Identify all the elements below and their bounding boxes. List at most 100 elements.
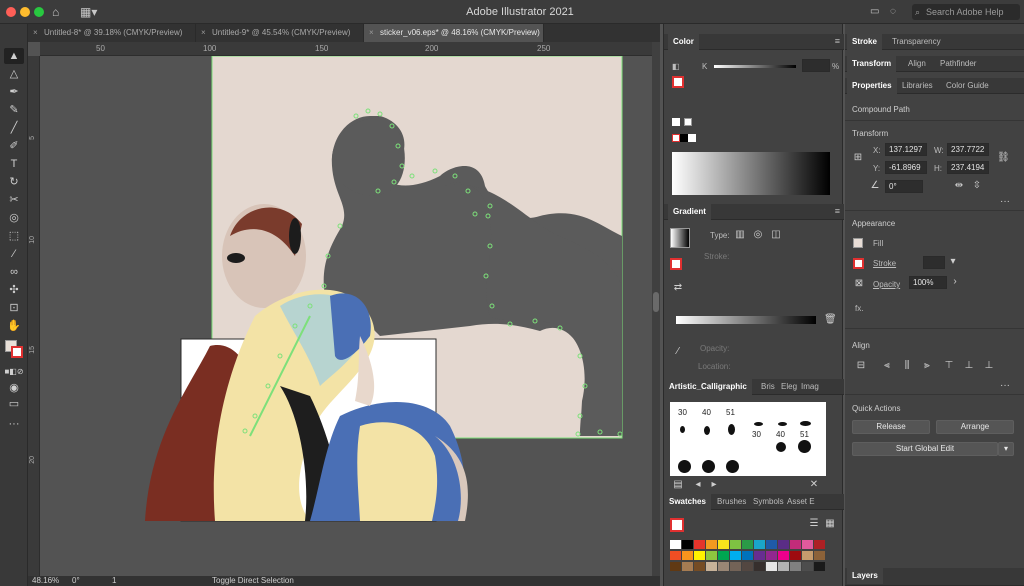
color-swatch[interactable] xyxy=(790,540,801,549)
color-swatch[interactable] xyxy=(694,540,705,549)
brush-tip[interactable] xyxy=(800,421,811,426)
color-swatch[interactable] xyxy=(694,551,705,560)
align-bottom-icon[interactable]: ⊥ xyxy=(983,360,995,372)
align-h-center-icon[interactable]: ⫼ xyxy=(901,360,913,372)
tab-artistic-calligraphic[interactable]: Artistic_Calligraphic xyxy=(664,379,752,395)
panel-menu-icon[interactable]: ≡ xyxy=(835,36,840,46)
color-swatch[interactable] xyxy=(766,562,777,571)
radial-gradient-icon[interactable]: ◎ xyxy=(752,229,764,241)
angle-field[interactable]: 0° xyxy=(885,180,923,193)
color-swatch[interactable] xyxy=(742,562,753,571)
previous-library-icon[interactable]: ◂ xyxy=(692,479,704,491)
workspace-layout-icon[interactable]: ▦▾ xyxy=(80,4,97,20)
line-tool-icon[interactable]: ╱ xyxy=(4,120,24,136)
screen-mode-icon[interactable]: ▭ xyxy=(4,396,24,412)
zoom-level-field[interactable]: 48.16% xyxy=(32,576,59,586)
color-swatch[interactable] xyxy=(670,562,681,571)
doc-tab-untitled-9[interactable]: × Untitled-9* @ 45.54% (CMYK/Preview) xyxy=(196,24,364,42)
panel-menu-icon[interactable]: ≡ xyxy=(835,206,840,216)
start-global-edit-button[interactable]: Start Global Edit xyxy=(852,442,998,456)
zoom-window-button[interactable] xyxy=(34,7,44,17)
color-swatch[interactable] xyxy=(718,562,729,571)
color-swatch[interactable] xyxy=(814,562,825,571)
minimize-window-button[interactable] xyxy=(20,7,30,17)
color-swatch[interactable] xyxy=(802,562,813,571)
k-value-field[interactable] xyxy=(802,59,830,72)
color-swatch[interactable] xyxy=(778,551,789,560)
color-swatch[interactable] xyxy=(778,562,789,571)
grid-view-icon[interactable]: ▦ xyxy=(824,518,836,530)
stroke-swatch-icon[interactable] xyxy=(672,76,684,88)
color-swatch[interactable] xyxy=(682,540,693,549)
w-field[interactable]: 237.7722 xyxy=(947,143,989,156)
type-tool-icon[interactable]: T xyxy=(4,156,24,172)
reference-point-icon[interactable]: ⊞ xyxy=(852,152,864,164)
brush-tip[interactable] xyxy=(702,460,715,473)
brush-tip[interactable] xyxy=(728,424,735,435)
rotate-tool-icon[interactable]: ↻ xyxy=(4,174,24,190)
color-swatch[interactable] xyxy=(790,551,801,560)
align-v-center-icon[interactable]: ⊥ xyxy=(963,360,975,372)
white-swatch-small[interactable] xyxy=(688,134,696,142)
tab-stroke[interactable]: Stroke xyxy=(847,34,882,50)
close-window-button[interactable] xyxy=(6,7,16,17)
none-swatch-icon[interactable] xyxy=(672,134,680,142)
opacity-label[interactable]: Opacity xyxy=(873,280,900,289)
brush-tip[interactable] xyxy=(680,426,685,433)
color-swatch[interactable] xyxy=(706,551,717,560)
list-view-icon[interactable]: ☰ xyxy=(808,518,820,530)
swatch-fill-stroke-icon[interactable] xyxy=(670,518,684,532)
last-color-icon[interactable] xyxy=(672,118,680,126)
scissors-tool-icon[interactable]: ✂ xyxy=(4,192,24,208)
close-tab-icon[interactable]: × xyxy=(33,24,38,42)
delete-stop-icon[interactable]: 🗑 xyxy=(824,314,837,326)
swatch-grid[interactable] xyxy=(670,540,830,584)
color-swatch[interactable] xyxy=(754,562,765,571)
global-edit-options-icon[interactable]: ▾ xyxy=(998,442,1014,456)
more-align-options-icon[interactable]: ··· xyxy=(1000,380,1010,391)
color-swatch[interactable] xyxy=(802,551,813,560)
color-swatch[interactable] xyxy=(670,540,681,549)
rotation-field[interactable]: 0° xyxy=(72,576,80,586)
brush-tip[interactable] xyxy=(778,422,787,426)
tab-color-guide[interactable]: Color Guide xyxy=(941,78,994,94)
color-swatch[interactable] xyxy=(706,540,717,549)
search-adobe-help-input[interactable]: ⌕ Search Adobe Help xyxy=(912,4,1020,20)
freeform-gradient-icon[interactable]: ◫ xyxy=(770,229,782,241)
tab-properties[interactable]: Properties xyxy=(847,78,897,94)
stroke-dropdown-icon[interactable]: ▾ xyxy=(947,256,959,268)
stroke-label[interactable]: Stroke xyxy=(873,259,896,268)
draw-mode-icon[interactable]: ◉ xyxy=(4,380,24,396)
color-swatch[interactable] xyxy=(814,551,825,560)
color-swatch[interactable] xyxy=(682,551,693,560)
align-to-icon[interactable]: ⊟ xyxy=(855,360,867,372)
tab-asset-export[interactable]: Asset E xyxy=(782,494,820,510)
warp-tool-icon[interactable]: ◎ xyxy=(4,210,24,226)
artboard-canvas[interactable] xyxy=(40,56,652,576)
color-swatch[interactable] xyxy=(718,540,729,549)
brush-tip[interactable] xyxy=(726,460,739,473)
align-top-icon[interactable]: ⊤ xyxy=(943,360,955,372)
brush-tip[interactable] xyxy=(798,440,811,453)
tab-color[interactable]: Color xyxy=(668,34,699,50)
eyedropper-tool-icon[interactable]: ⁄ xyxy=(4,246,24,262)
direct-selection-tool-icon[interactable]: △ xyxy=(4,66,24,82)
color-swatch[interactable] xyxy=(730,562,741,571)
color-swatch[interactable] xyxy=(706,562,717,571)
align-left-icon[interactable]: ⫷ xyxy=(881,360,893,372)
color-mode-icons[interactable]: ■◧⊘ xyxy=(4,364,24,380)
tab-libraries[interactable]: Libraries xyxy=(897,78,938,94)
color-swatch[interactable] xyxy=(742,551,753,560)
constrain-proportions-icon[interactable]: ⛓ xyxy=(997,152,1010,164)
tab-align[interactable]: Align xyxy=(903,56,931,72)
tab-transform[interactable]: Transform xyxy=(847,56,897,72)
gradient-slider[interactable] xyxy=(676,316,816,324)
gradient-preview[interactable] xyxy=(670,228,690,248)
free-transform-tool-icon[interactable]: ⬚ xyxy=(4,228,24,244)
home-icon[interactable]: ⌂ xyxy=(52,4,59,20)
symbol-sprayer-tool-icon[interactable]: ✣ xyxy=(4,282,24,298)
align-right-icon[interactable]: ⫸ xyxy=(921,360,933,372)
x-field[interactable]: 137.1297 xyxy=(885,143,927,156)
k-slider[interactable] xyxy=(714,65,796,68)
gradient-stroke-swatch[interactable] xyxy=(670,258,682,270)
